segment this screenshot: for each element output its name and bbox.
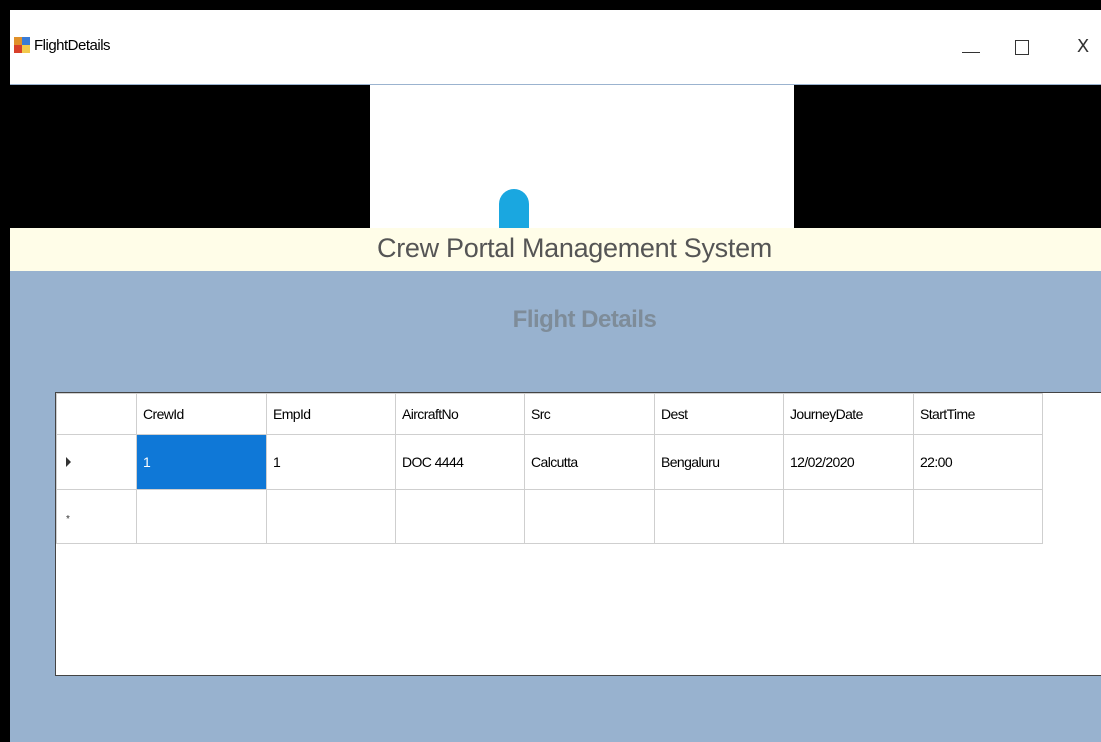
cell-dest[interactable]: Bengaluru bbox=[654, 434, 784, 490]
data-grid-table: CrewId EmpId AircraftNo Src Dest Journey… bbox=[56, 393, 1043, 544]
new-cell-dest[interactable] bbox=[654, 489, 784, 544]
close-button[interactable]: X bbox=[1060, 32, 1101, 62]
table-row[interactable]: 1 1 DOC 4444 Calcutta Bengaluru 12/02/20… bbox=[56, 434, 1043, 490]
column-header-crewid[interactable]: CrewId bbox=[136, 393, 267, 435]
new-row[interactable]: * bbox=[56, 489, 1043, 544]
cell-journeydate[interactable]: 12/02/2020 bbox=[783, 434, 914, 490]
header-banner bbox=[10, 84, 1101, 229]
system-title-strip: Crew Portal Management System bbox=[10, 228, 1101, 271]
column-header-empid[interactable]: EmpId bbox=[266, 393, 396, 435]
new-cell-starttime[interactable] bbox=[913, 489, 1043, 544]
column-header-aircraftno[interactable]: AircraftNo bbox=[395, 393, 525, 435]
flight-details-window: FlightDetails X Crew Portal Management S… bbox=[10, 10, 1101, 742]
header-image bbox=[370, 85, 794, 229]
new-cell-crewid[interactable] bbox=[136, 489, 267, 544]
column-header-dest[interactable]: Dest bbox=[654, 393, 784, 435]
column-header-journeydate[interactable]: JourneyDate bbox=[783, 393, 914, 435]
column-header-starttime[interactable]: StartTime bbox=[913, 393, 1043, 435]
maximize-button[interactable] bbox=[999, 32, 1045, 62]
cell-aircraftno[interactable]: DOC 4444 bbox=[395, 434, 525, 490]
new-cell-empid[interactable] bbox=[266, 489, 396, 544]
new-cell-journeydate[interactable] bbox=[783, 489, 914, 544]
current-row-arrow-icon bbox=[66, 457, 71, 467]
flight-details-grid[interactable]: CrewId EmpId AircraftNo Src Dest Journey… bbox=[55, 392, 1101, 676]
app-icon bbox=[14, 37, 30, 53]
new-cell-aircraftno[interactable] bbox=[395, 489, 525, 544]
window-title: FlightDetails bbox=[34, 37, 111, 54]
grid-corner-header[interactable] bbox=[56, 393, 137, 435]
new-row-icon: * bbox=[66, 513, 70, 525]
page-title: Flight Details bbox=[512, 306, 657, 333]
logo-dot-icon bbox=[499, 189, 529, 229]
cell-crewid[interactable]: 1 bbox=[136, 434, 267, 490]
system-title: Crew Portal Management System bbox=[377, 233, 772, 263]
row-header-new[interactable]: * bbox=[56, 489, 137, 544]
maximize-icon bbox=[1015, 40, 1029, 55]
minimize-icon bbox=[962, 52, 980, 53]
cell-starttime[interactable]: 22:00 bbox=[913, 434, 1043, 490]
title-bar[interactable]: FlightDetails X bbox=[10, 10, 1101, 84]
row-header-current[interactable] bbox=[56, 434, 137, 490]
cell-src[interactable]: Calcutta bbox=[524, 434, 655, 490]
main-panel: Flight Details CrewId EmpId AircraftNo S… bbox=[10, 271, 1101, 742]
new-cell-src[interactable] bbox=[524, 489, 655, 544]
grid-header-row: CrewId EmpId AircraftNo Src Dest Journey… bbox=[56, 393, 1043, 435]
cell-empid[interactable]: 1 bbox=[266, 434, 396, 490]
column-header-src[interactable]: Src bbox=[524, 393, 655, 435]
screen-frame: FlightDetails X Crew Portal Management S… bbox=[0, 0, 1101, 742]
minimize-button[interactable] bbox=[948, 32, 994, 62]
